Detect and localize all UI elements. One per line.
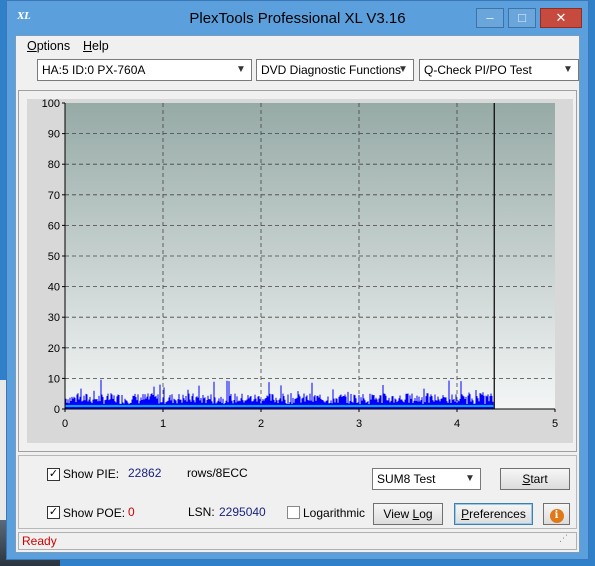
lsn-value: 2295040 <box>219 505 266 519</box>
controls-panel: ✓ Show PIE: 22862 rows/8ECC ✓ Show POE: … <box>18 455 577 529</box>
show-poe-label: Show POE: <box>63 506 126 520</box>
drive-select-value: HA:5 ID:0 PX-760A <box>42 63 146 77</box>
chevron-down-icon: ▼ <box>563 64 573 75</box>
app-window: XL PlexTools Professional XL V3.16 ‒ □ ✕… <box>6 0 589 560</box>
title-bar[interactable]: XL PlexTools Professional XL V3.16 ‒ □ ✕ <box>7 1 588 35</box>
logarithmic-checkbox[interactable] <box>287 506 300 519</box>
y-tick-label: 20 <box>48 343 60 355</box>
info-button[interactable]: i <box>543 503 570 525</box>
y-tick-label: 90 <box>48 129 60 141</box>
start-button[interactable]: Start <box>500 468 570 490</box>
y-tick-label: 50 <box>48 251 60 263</box>
y-tick-label: 60 <box>48 220 60 232</box>
lsn-label: LSN: <box>188 505 215 519</box>
logarithmic-label: Logarithmic <box>303 506 366 520</box>
sum-test-value: SUM8 Test <box>377 472 436 486</box>
function-select[interactable]: DVD Diagnostic Functions ▼ <box>256 59 414 81</box>
x-tick-label: 4 <box>454 418 460 430</box>
unused-region <box>494 103 555 409</box>
show-poe-checkbox[interactable]: ✓ <box>47 506 60 519</box>
status-text: Ready <box>22 534 57 548</box>
pie-unit: rows/8ECC <box>187 466 248 480</box>
x-tick-label: 1 <box>160 418 166 430</box>
info-icon: i <box>549 509 564 523</box>
minimize-button[interactable]: ‒ <box>476 8 504 28</box>
view-log-button[interactable]: View Log <box>373 503 443 525</box>
chart-panel: 0 10 20 30 40 50 60 70 80 90 100 0 1 2 3 4 5 <box>18 90 577 452</box>
pie-value: 22862 <box>128 466 162 480</box>
pi-po-chart: 0 10 20 30 40 50 60 70 80 90 100 0 1 2 3 4 5 <box>27 98 573 443</box>
menu-options[interactable]: Options <box>27 39 70 53</box>
x-tick-label: 2 <box>258 418 264 430</box>
sum-test-select[interactable]: SUM8 Test ▼ <box>372 468 481 490</box>
menu-bar: Options Help <box>16 36 579 56</box>
drive-select[interactable]: HA:5 ID:0 PX-760A ▼ <box>37 59 252 81</box>
x-tick-label: 0 <box>62 418 68 430</box>
function-select-value: DVD Diagnostic Functions <box>261 63 402 77</box>
y-tick-label: 30 <box>48 312 60 324</box>
y-tick-label: 40 <box>48 282 60 294</box>
y-tick-label: 0 <box>54 404 60 416</box>
show-pie-label: Show PIE: <box>63 467 120 481</box>
show-pie-checkbox[interactable]: ✓ <box>47 468 60 481</box>
chevron-down-icon: ▼ <box>398 64 408 75</box>
y-tick-label: 80 <box>48 159 60 171</box>
y-tick-label: 10 <box>48 373 60 385</box>
preferences-button[interactable]: Preferences <box>454 503 533 525</box>
resize-grip-icon[interactable]: ⋰ <box>559 533 569 543</box>
y-tick-label: 100 <box>42 98 60 110</box>
test-select-value: Q-Check PI/PO Test <box>424 63 532 77</box>
maximize-button[interactable]: □ <box>508 8 536 28</box>
poe-value: 0 <box>128 505 135 519</box>
x-tick-label: 5 <box>552 418 558 430</box>
close-button[interactable]: ✕ <box>540 8 582 28</box>
test-select[interactable]: Q-Check PI/PO Test ▼ <box>419 59 579 81</box>
status-bar: Ready <box>18 532 577 550</box>
client-area: Options Help HA:5 ID:0 PX-760A ▼ DVD Dia… <box>15 35 580 553</box>
menu-help[interactable]: Help <box>83 39 109 53</box>
x-tick-label: 3 <box>356 418 362 430</box>
chevron-down-icon: ▼ <box>465 473 475 484</box>
chevron-down-icon: ▼ <box>236 64 246 75</box>
y-tick-label: 70 <box>48 190 60 202</box>
